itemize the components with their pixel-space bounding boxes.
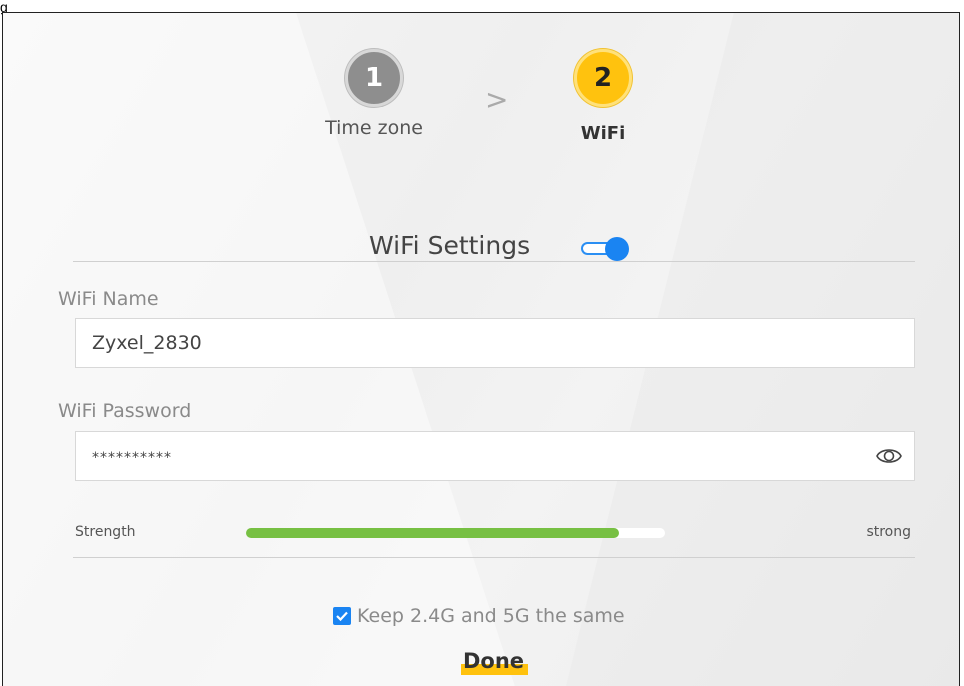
step-1-label: Time zone (325, 117, 423, 139)
strength-label: Strength (75, 524, 136, 540)
strength-value: strong (866, 524, 911, 540)
step-time-zone: 1 Time zone (299, 49, 449, 139)
wifi-name-label: WiFi Name (58, 288, 159, 310)
wifi-settings-title: WiFi Settings (369, 231, 531, 260)
keep-same-option[interactable]: Keep 2.4G and 5G the same (333, 605, 625, 627)
done-button[interactable]: Done (461, 647, 529, 675)
keep-same-label: Keep 2.4G and 5G the same (357, 605, 625, 627)
checkmark-icon (336, 611, 348, 622)
divider-top (73, 261, 915, 262)
step-1-circle: 1 (345, 49, 403, 107)
wifi-password-field[interactable]: ********** (75, 431, 915, 481)
wifi-password-label: WiFi Password (58, 400, 192, 422)
wizard-frame: 1 Time zone > 2 WiFi WiFi Settings WiFi … (2, 12, 960, 686)
step-separator: > (485, 83, 509, 116)
keep-same-checkbox[interactable] (333, 607, 351, 625)
toggle-knob (605, 237, 629, 261)
step-wifi: 2 WiFi (543, 49, 663, 144)
strength-meter-fill (246, 528, 619, 538)
step-2-circle: 2 (574, 49, 632, 107)
step-2-label: WiFi (580, 123, 626, 144)
password-value: ********** (92, 450, 172, 466)
wifi-toggle[interactable] (581, 237, 631, 261)
eye-icon[interactable] (876, 445, 902, 467)
wifi-name-field[interactable]: Zyxel_2830 (75, 318, 915, 368)
divider-bottom (73, 557, 915, 558)
strength-meter (246, 528, 665, 538)
